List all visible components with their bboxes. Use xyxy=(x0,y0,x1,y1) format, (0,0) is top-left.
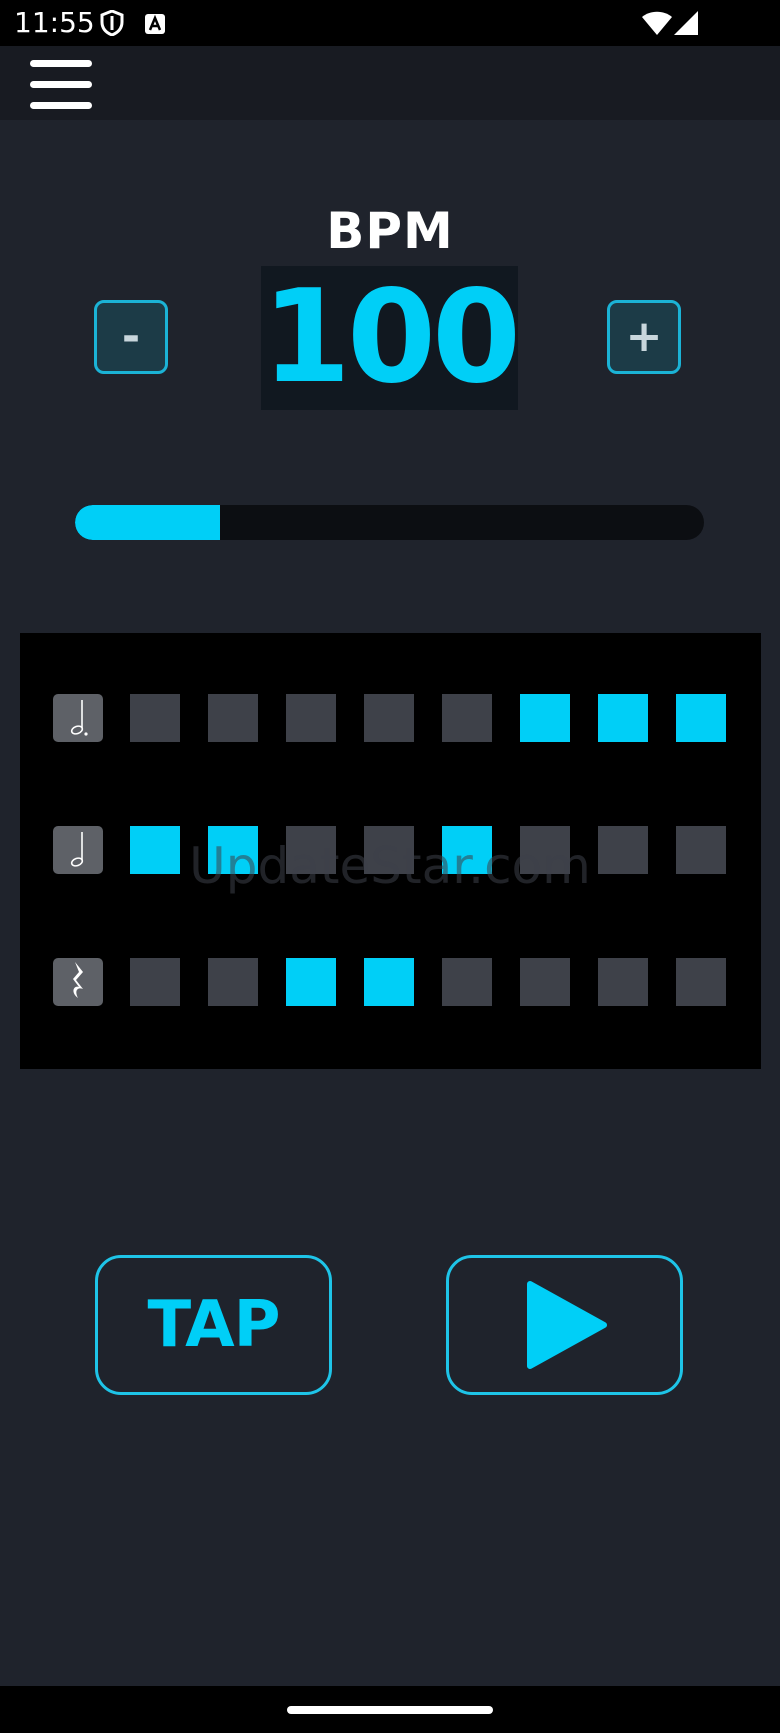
minus-icon: - xyxy=(121,311,141,362)
tap-label: TAP xyxy=(147,1288,280,1362)
increase-bpm-button[interactable]: + xyxy=(607,300,681,374)
beat-step-cell[interactable] xyxy=(598,694,648,742)
tap-tempo-button[interactable]: TAP xyxy=(95,1255,332,1395)
beat-step-cell[interactable] xyxy=(364,826,414,874)
beat-row xyxy=(20,958,761,1008)
beat-step-cell[interactable] xyxy=(520,958,570,1006)
beat-row xyxy=(20,826,761,876)
bpm-display[interactable]: 100 xyxy=(261,263,521,412)
beat-step-cell[interactable] xyxy=(442,694,492,742)
beat-step-cell[interactable] xyxy=(676,694,726,742)
wifi-icon xyxy=(641,10,673,40)
play-button[interactable] xyxy=(446,1255,683,1395)
hamburger-menu-icon[interactable] xyxy=(30,60,92,110)
beat-progress-fill xyxy=(75,505,220,540)
beat-progress-bar xyxy=(75,505,704,540)
beat-step-cell[interactable] xyxy=(442,958,492,1006)
beat-grid xyxy=(20,633,761,1069)
play-icon xyxy=(526,1281,607,1369)
beat-step-cell[interactable] xyxy=(442,826,492,874)
shield-icon xyxy=(100,9,124,40)
home-gesture-handle[interactable] xyxy=(287,1706,493,1714)
beat-step-cell[interactable] xyxy=(130,826,180,874)
beat-step-cell[interactable] xyxy=(520,694,570,742)
beat-step-cell[interactable] xyxy=(130,958,180,1006)
beat-step-cell[interactable] xyxy=(520,826,570,874)
beat-step-cell[interactable] xyxy=(208,826,258,874)
quarter-rest-icon[interactable] xyxy=(53,958,103,1006)
text-a-icon xyxy=(144,13,166,39)
beat-step-cell[interactable] xyxy=(130,694,180,742)
beat-step-cell[interactable] xyxy=(208,958,258,1006)
app-bar xyxy=(0,46,780,120)
system-nav-bar xyxy=(0,1686,780,1733)
beat-step-cell[interactable] xyxy=(286,958,336,1006)
beat-step-cell[interactable] xyxy=(286,826,336,874)
beat-step-cell[interactable] xyxy=(676,826,726,874)
dotted-half-note-icon[interactable] xyxy=(53,694,103,742)
half-note-icon[interactable] xyxy=(53,826,103,874)
bpm-label: BPM xyxy=(326,202,454,260)
decrease-bpm-button[interactable]: - xyxy=(94,300,168,374)
cellular-signal-icon xyxy=(673,10,699,40)
beat-step-cell[interactable] xyxy=(364,958,414,1006)
beat-step-cell[interactable] xyxy=(286,694,336,742)
plus-icon: + xyxy=(625,311,663,362)
status-time: 11:55 xyxy=(14,6,95,39)
bpm-value: 100 xyxy=(261,263,521,412)
beat-step-cell[interactable] xyxy=(676,958,726,1006)
beat-row xyxy=(20,694,761,744)
beat-step-cell[interactable] xyxy=(598,826,648,874)
status-bar: 11:55 xyxy=(0,0,780,46)
beat-step-cell[interactable] xyxy=(208,694,258,742)
beat-step-cell[interactable] xyxy=(364,694,414,742)
beat-step-cell[interactable] xyxy=(598,958,648,1006)
